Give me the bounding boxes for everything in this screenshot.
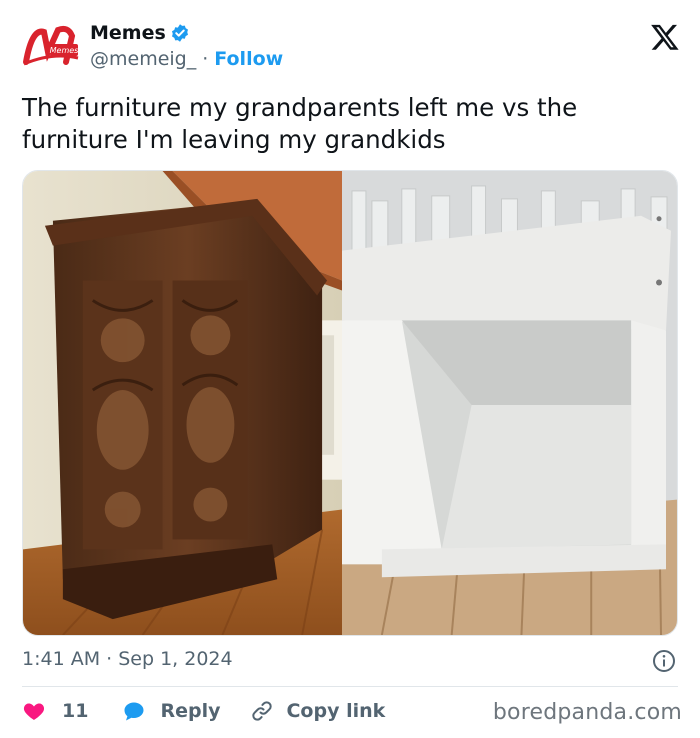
reply-button[interactable]: Reply	[122, 699, 220, 723]
tweet-text: The furniture my grandparents left me vs…	[22, 93, 578, 154]
like-button[interactable]: 11	[22, 699, 88, 723]
tweet-actions: 11 Reply Copy link	[22, 696, 385, 726]
copy-link-label: Copy link	[286, 700, 386, 722]
account-handle[interactable]: @memeig_	[90, 48, 196, 70]
tweet-timestamp[interactable]: 1:41 AM · Sep 1, 2024	[22, 648, 233, 670]
follow-button[interactable]: Follow	[214, 48, 283, 70]
separator-dot: ·	[202, 48, 209, 70]
verified-badge-icon	[171, 24, 188, 42]
info-icon[interactable]	[652, 649, 676, 673]
heart-icon	[23, 703, 45, 720]
tweet-header: Memes Memes @memeig_ · Follow	[22, 18, 682, 78]
x-logo-icon[interactable]	[650, 22, 680, 52]
white-cube-shelf-photo[interactable]	[342, 171, 677, 635]
like-count: 11	[62, 700, 89, 722]
reply-label: Reply	[160, 700, 221, 722]
account-name[interactable]: Memes	[90, 22, 166, 44]
speech-bubble-icon	[124, 702, 144, 721]
ornate-armoire-photo[interactable]	[23, 171, 343, 635]
tweet-media[interactable]	[22, 170, 678, 636]
memes-logo-avatar[interactable]: Memes	[22, 22, 80, 70]
link-icon	[252, 701, 273, 721]
boredpanda-watermark: boredpanda.com	[492, 700, 682, 725]
copy-link-button[interactable]: Copy link	[250, 699, 385, 723]
divider	[22, 686, 678, 687]
svg-text:Memes: Memes	[50, 46, 79, 55]
